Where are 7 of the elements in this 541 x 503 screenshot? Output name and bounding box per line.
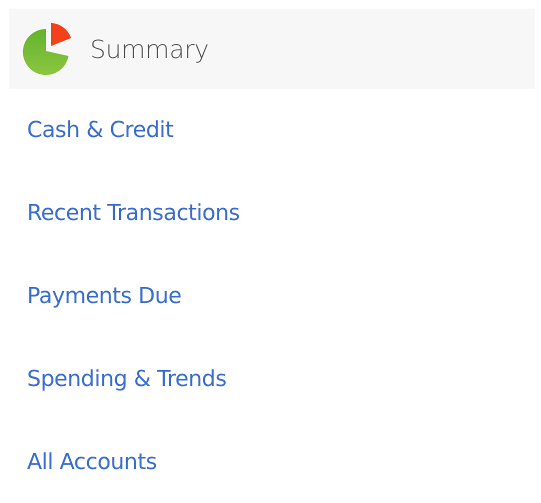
- pie-chart-icon: [22, 23, 74, 75]
- header-title: Summary: [90, 34, 209, 64]
- nav-link[interactable]: All Accounts: [27, 450, 157, 475]
- nav-link[interactable]: Payments Due: [27, 284, 182, 309]
- nav-link[interactable]: Recent Transactions: [27, 201, 240, 226]
- nav-link[interactable]: Spending & Trends: [27, 367, 226, 392]
- nav-link[interactable]: Cash & Credit: [27, 118, 174, 143]
